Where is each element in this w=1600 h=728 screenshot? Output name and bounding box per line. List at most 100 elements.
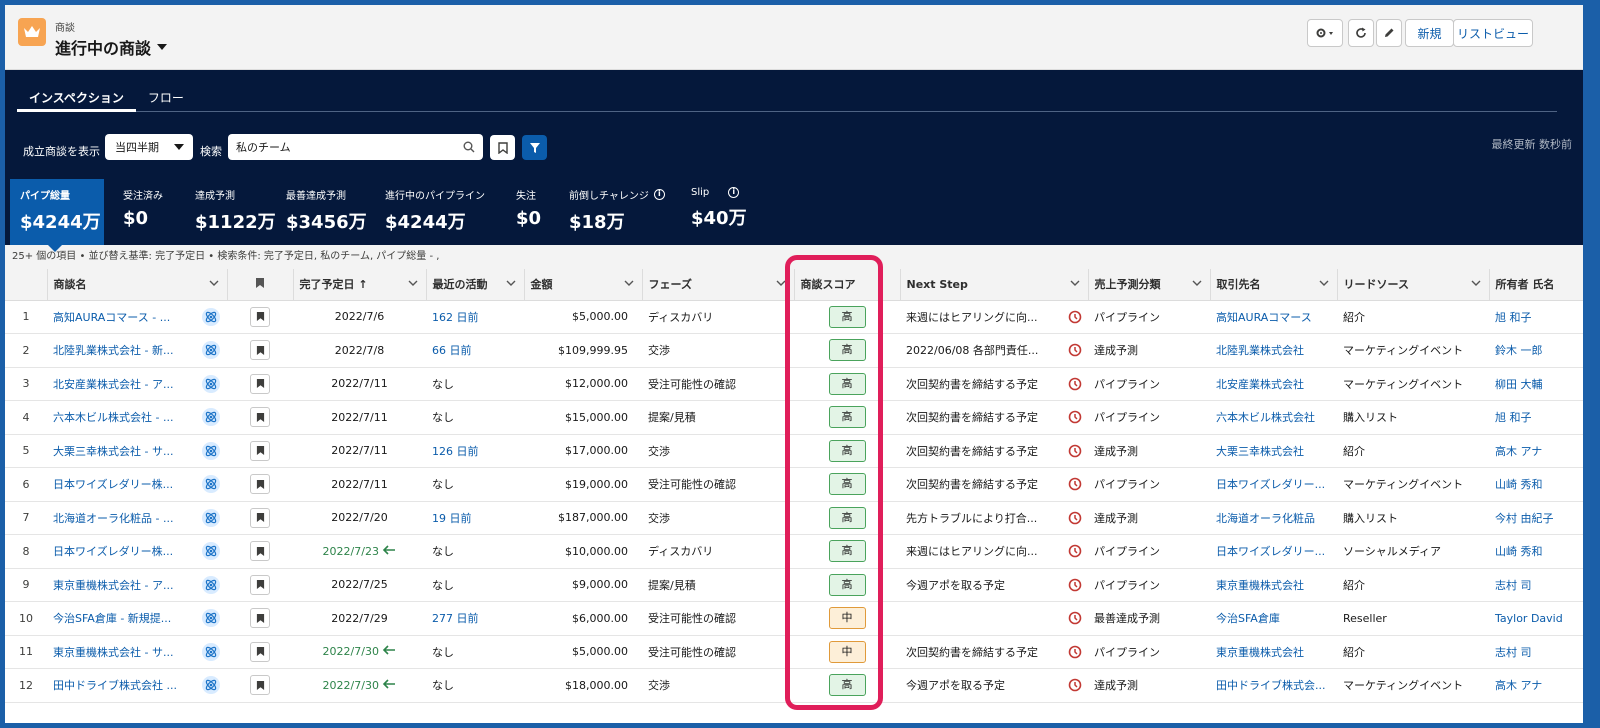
owner-link[interactable]: 志村 司	[1489, 635, 1583, 669]
einstein-atom-icon[interactable]	[201, 642, 221, 662]
metric-pull-in[interactable]: 前倒しチャレンジ i $18万	[569, 179, 665, 245]
einstein-atom-icon[interactable]	[201, 374, 221, 394]
opportunity-name-link[interactable]: 北陸乳業株式会社 - 新...	[53, 342, 173, 358]
chevron-down-icon[interactable]	[1192, 278, 1202, 288]
einstein-atom-icon[interactable]	[201, 340, 221, 360]
opportunity-name-link[interactable]: 六本木ビル株式会社 - ...	[53, 409, 173, 425]
tab-inspection[interactable]: インスペクション	[17, 90, 136, 112]
filter-button[interactable]	[522, 135, 547, 160]
einstein-atom-icon[interactable]	[201, 474, 221, 494]
bookmark-button[interactable]	[250, 474, 270, 495]
opportunity-name-link[interactable]: 日本ワイズレダリー株...	[53, 476, 173, 492]
owner-link[interactable]: 柳田 大輔	[1489, 367, 1583, 401]
clock-alert-icon[interactable]	[1068, 511, 1082, 525]
account-link[interactable]: 高知AURAコマース	[1210, 300, 1337, 334]
bookmark-button[interactable]	[250, 407, 270, 428]
metric-commit[interactable]: 達成予測 $1122万	[195, 179, 276, 245]
metric-best-case[interactable]: 最善達成予測 $3456万	[286, 179, 367, 245]
search-input[interactable]: 私のチーム	[228, 134, 483, 160]
clock-alert-icon[interactable]	[1068, 544, 1082, 558]
opportunity-name-link[interactable]: 北海道オーラ化粧品 - ...	[53, 510, 173, 526]
column-header-owner[interactable]: 所有者 氏名	[1489, 269, 1583, 301]
einstein-atom-icon[interactable]	[201, 508, 221, 528]
account-link[interactable]: 六本木ビル株式会社	[1210, 400, 1337, 435]
column-header-name[interactable]: 商談名	[47, 269, 228, 301]
clock-alert-icon[interactable]	[1068, 678, 1082, 692]
opportunity-name-link[interactable]: 日本ワイズレダリー株...	[53, 543, 173, 559]
bookmark-button[interactable]	[250, 373, 270, 394]
column-header-last-activity[interactable]: 最近の活動	[426, 269, 525, 301]
column-header-account[interactable]: 取引先名	[1210, 269, 1338, 301]
chevron-down-icon[interactable]	[209, 278, 219, 288]
column-header-close-date[interactable]: 完了予定日 ↑	[293, 269, 427, 301]
new-button[interactable]: 新規	[1405, 19, 1454, 47]
owner-link[interactable]: 高木 アナ	[1489, 668, 1583, 703]
save-filter-button[interactable]	[490, 135, 515, 160]
list-view-button[interactable]: リストビュー	[1453, 19, 1533, 47]
metric-closed-won[interactable]: 受注済み $0	[123, 179, 163, 245]
owner-link[interactable]: 旭 和子	[1489, 300, 1583, 334]
chevron-down-icon[interactable]	[1070, 278, 1080, 288]
column-header-amount[interactable]: 金額	[524, 269, 643, 301]
bookmark-button[interactable]	[250, 340, 270, 361]
column-header-next-step[interactable]: Next Step	[900, 269, 1089, 301]
bookmark-button[interactable]	[250, 574, 270, 595]
account-link[interactable]: 東京重機株式会社	[1210, 635, 1337, 669]
owner-link[interactable]: 山崎 秀和	[1489, 467, 1583, 502]
clock-alert-icon[interactable]	[1068, 410, 1082, 424]
einstein-atom-icon[interactable]	[201, 608, 221, 628]
clock-alert-icon[interactable]	[1068, 578, 1082, 592]
bookmark-button[interactable]	[250, 306, 270, 327]
account-link[interactable]: 北陸乳業株式会社	[1210, 333, 1337, 368]
chevron-down-icon[interactable]	[1319, 278, 1329, 288]
settings-button[interactable]	[1307, 19, 1343, 47]
period-select[interactable]: 当四半期	[105, 134, 193, 160]
account-link[interactable]: 日本ワイズレダリー...	[1210, 467, 1337, 502]
account-link[interactable]: 北海道オーラ化粧品	[1210, 501, 1337, 535]
metric-slip[interactable]: Slip i $40万	[691, 179, 747, 245]
opportunity-name-link[interactable]: 東京重機株式会社 - ア...	[53, 577, 173, 593]
opportunity-name-link[interactable]: 高知AURAコマース - ...	[53, 309, 170, 325]
account-link[interactable]: 日本ワイズレダリー...	[1210, 534, 1337, 569]
einstein-atom-icon[interactable]	[201, 541, 221, 561]
clock-alert-icon[interactable]	[1068, 377, 1082, 391]
bookmark-button[interactable]	[250, 541, 270, 562]
chevron-down-icon[interactable]	[624, 278, 634, 288]
account-link[interactable]: 大栗三幸株式会社	[1210, 434, 1337, 468]
einstein-atom-icon[interactable]	[201, 307, 221, 327]
clock-alert-icon[interactable]	[1068, 310, 1082, 324]
einstein-atom-icon[interactable]	[201, 575, 221, 595]
owner-link[interactable]: 山崎 秀和	[1489, 534, 1583, 569]
chevron-down-icon[interactable]	[1471, 278, 1481, 288]
chevron-down-icon[interactable]	[776, 278, 786, 288]
bookmark-button[interactable]	[250, 507, 270, 528]
tab-flow[interactable]: フロー	[136, 90, 196, 112]
einstein-atom-icon[interactable]	[201, 407, 221, 427]
owner-link[interactable]: 今村 由紀子	[1489, 501, 1583, 535]
einstein-atom-icon[interactable]	[201, 441, 221, 461]
owner-link[interactable]: 鈴木 一郎	[1489, 333, 1583, 368]
opportunity-name-link[interactable]: 大栗三幸株式会社 - サ...	[53, 443, 173, 459]
refresh-button[interactable]	[1348, 19, 1374, 47]
bookmark-button[interactable]	[250, 675, 270, 696]
clock-alert-icon[interactable]	[1068, 645, 1082, 659]
account-link[interactable]: 田中ドライブ株式会...	[1210, 668, 1337, 703]
owner-link[interactable]: 志村 司	[1489, 568, 1583, 602]
opportunity-name-link[interactable]: 今治SFA倉庫 - 新規提...	[53, 610, 171, 626]
owner-link[interactable]: Taylor David	[1489, 601, 1583, 636]
account-link[interactable]: 北安産業株式会社	[1210, 367, 1337, 401]
clock-alert-icon[interactable]	[1068, 611, 1082, 625]
einstein-atom-icon[interactable]	[201, 675, 221, 695]
clock-alert-icon[interactable]	[1068, 444, 1082, 458]
list-view-picker[interactable]: 進行中の商談	[55, 35, 168, 59]
account-link[interactable]: 今治SFA倉庫	[1210, 601, 1337, 636]
column-header-lead-source[interactable]: リードソース	[1337, 269, 1490, 301]
column-header-stage[interactable]: フェーズ	[642, 269, 795, 301]
opportunity-name-link[interactable]: 北安産業株式会社 - ア...	[53, 376, 173, 392]
edit-button[interactable]	[1376, 19, 1402, 47]
bookmark-button[interactable]	[250, 440, 270, 461]
bookmark-button[interactable]	[250, 608, 270, 629]
clock-alert-icon[interactable]	[1068, 343, 1082, 357]
column-header-forecast[interactable]: 売上予測分類	[1088, 269, 1211, 301]
metric-total-pipeline[interactable]: パイプ総量 $4244万	[10, 179, 104, 252]
